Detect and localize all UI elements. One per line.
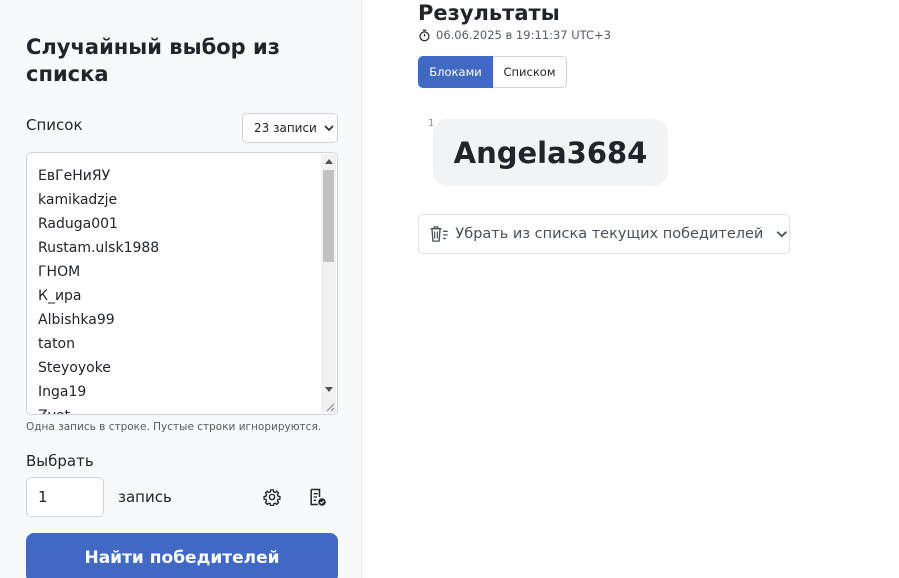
choose-label: Выбрать [26, 452, 94, 470]
chevron-down-icon [324, 125, 334, 132]
checklist-button[interactable] [305, 485, 329, 509]
scroll-up-arrow[interactable] [325, 159, 333, 164]
winner-block: Angela3684 [433, 119, 668, 186]
records-count-label: 23 записи [254, 121, 317, 135]
gear-icon [263, 489, 281, 506]
list-item: ЕвГеНиЯУ [38, 168, 111, 184]
list-item: Steyoyoke [38, 360, 111, 376]
list-item: taton [38, 336, 75, 352]
settings-button[interactable] [260, 485, 284, 509]
textarea-scrollbar[interactable] [321, 154, 336, 413]
find-winners-button[interactable]: Найти победителей [26, 533, 338, 578]
trash-list-icon [430, 226, 448, 242]
list-label: Список [26, 116, 83, 134]
timestamp-text: 06.06.2025 в 19:11:37 UTC+3 [436, 28, 611, 42]
remove-winners-dropdown[interactable]: Убрать из списка текущих победителей [418, 214, 790, 254]
winners-count-input[interactable] [26, 477, 104, 517]
resize-grip-icon[interactable] [325, 402, 335, 412]
view-blocks-button[interactable]: Блоками [418, 56, 493, 88]
scroll-down-arrow[interactable] [325, 387, 333, 392]
list-item: Zvet [38, 404, 159, 414]
list-hint: Одна запись в строке. Пустые строки игно… [26, 421, 322, 433]
list-item: Albishka99 [38, 312, 115, 328]
stopwatch-icon [419, 29, 430, 41]
list-item: Raduga001 [38, 216, 118, 232]
chevron-down-icon [776, 231, 788, 238]
records-count-dropdown[interactable]: 23 записи [242, 113, 338, 143]
list-item: kamikadzje [38, 192, 118, 208]
list-items: ЕвГеНиЯУ kamikadzje Raduga001 Rustam.ulsk19… [38, 164, 160, 414]
list-item: К_ира [38, 288, 82, 304]
unit-label: запись [118, 488, 172, 506]
document-check-icon [310, 488, 326, 506]
results-timestamp: 06.06.2025 в 19:11:37 UTC+3 [418, 28, 611, 42]
view-list-button[interactable]: Списком [493, 56, 567, 88]
list-textarea[interactable]: ЕвГеНиЯУ kamikadzje Raduga001 Rustam.ulsk19… [26, 152, 338, 415]
results-title: Результаты [418, 1, 560, 25]
panel-title: Случайный выбор из списка [26, 35, 280, 86]
winner-name: Angela3684 [453, 135, 648, 170]
list-item: Inga19 [38, 384, 87, 400]
page: Случайный выбор из списка Список 23 запи… [0, 0, 899, 578]
view-toggle: Блоками Списком [418, 56, 567, 88]
remove-winners-label: Убрать из списка текущих победителей [455, 226, 764, 242]
list-item: ГНОМ [38, 264, 81, 280]
scrollbar-thumb[interactable] [323, 170, 334, 262]
list-item: Rustam.ulsk1988 [38, 240, 160, 256]
